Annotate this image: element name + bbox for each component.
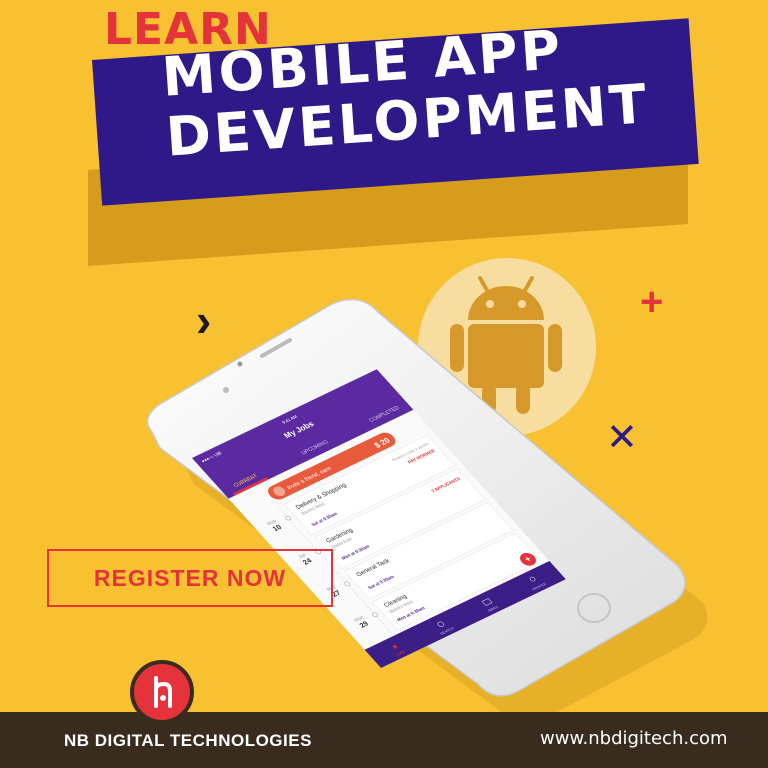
nb-logo-mark — [154, 676, 172, 708]
phone-mockup: ●●●○○ UIB 9:41 AM My Jobs CURRENT UPCOMI… — [146, 298, 708, 723]
brand-name: NB DIGITAL TECHNOLOGIES — [64, 731, 312, 750]
website-link[interactable]: www.nbdigitech.com — [540, 728, 728, 749]
nb-logo-icon — [130, 660, 194, 724]
register-now-button[interactable]: REGISTER NOW — [47, 549, 333, 607]
